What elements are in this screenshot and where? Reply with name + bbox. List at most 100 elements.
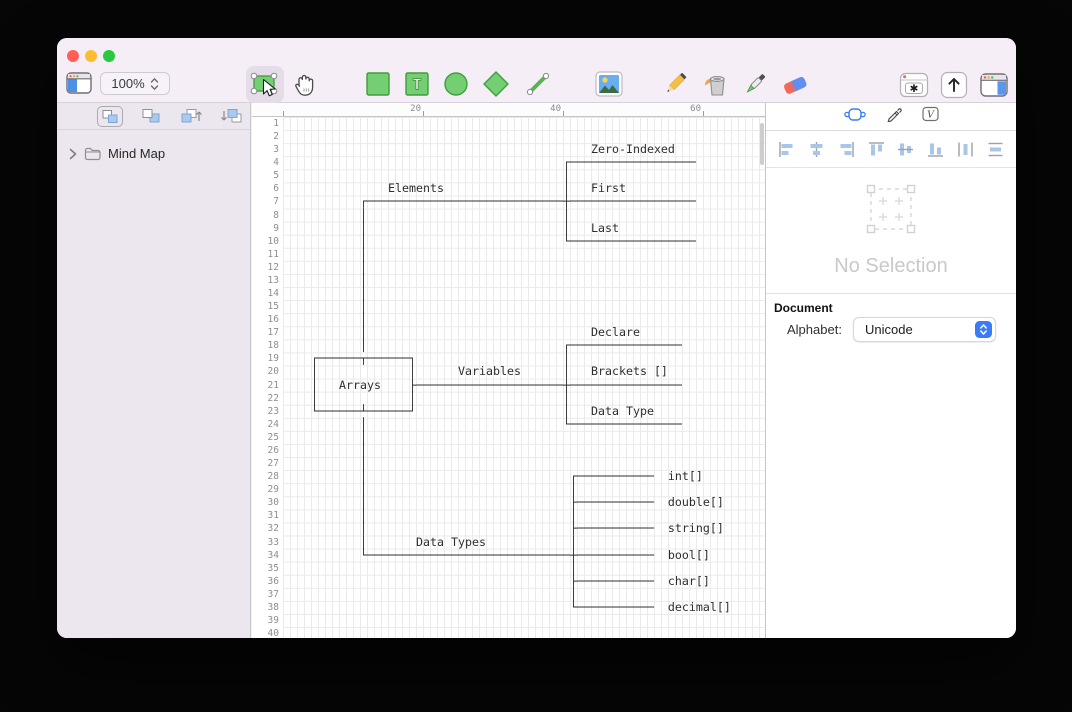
character-picker-button[interactable]: ✱ [899,71,929,99]
stepper-icon [150,77,158,90]
row-number: 4 [273,157,279,169]
line-icon [526,72,550,96]
ruler-tick-0 [283,111,284,116]
row-number: 35 [267,562,279,574]
row-number: 29 [267,484,279,496]
ruler: 20 40 60 [252,103,765,117]
disclosure-chevron-icon[interactable] [69,148,77,160]
eraser-tool-button[interactable] [779,71,811,97]
ellipse-icon [444,72,468,96]
ellipse-tool-button[interactable] [443,71,469,97]
row-number: 5 [273,170,279,182]
svg-text:T: T [412,76,421,94]
ruler-tick [423,111,424,116]
pan-tool-button[interactable] [290,70,320,100]
close-button[interactable] [67,50,79,62]
align-center-vertical-icon[interactable] [897,141,914,158]
bring-forward-button[interactable] [179,107,203,125]
row-number: 13 [267,274,279,286]
share-button[interactable] [940,71,968,99]
alignment-toolbar [766,131,1016,168]
diamond-icon [483,71,509,97]
toggle-right-sidebar-button[interactable] [979,71,1009,99]
align-left-icon[interactable] [778,141,795,158]
variables-icon: V [921,106,939,122]
row-number: 31 [267,510,279,522]
row-number: 40 [267,628,279,638]
layer-tree-item-mind-map[interactable]: Mind Map [69,146,250,161]
ruler-tick [703,111,704,116]
ruler-label: 60 [690,104,701,114]
layer-tree-label: Mind Map [108,146,166,161]
layers-sidebar: Mind Map [57,103,251,638]
row-number: 6 [273,183,279,195]
text-icon: T [405,72,429,96]
app-window: 100% T ✱ Mind Map 20 40 60 1 2 3 4 5 6 7… [57,38,1016,638]
distribute-horizontal-icon[interactable] [957,141,974,158]
group-objects-button[interactable] [97,105,123,127]
rectangle-tool-button[interactable] [365,71,391,97]
zoom-value: 100% [111,76,145,91]
desktop-background: 100% T ✱ Mind Map 20 40 60 1 2 3 4 5 6 7… [0,0,1072,712]
row-number: 18 [267,340,279,352]
selection-tool-button[interactable] [246,66,284,103]
image-tool-button[interactable] [594,70,624,98]
no-selection-icon [862,180,920,243]
row-number: 14 [267,288,279,300]
line-tool-button[interactable] [523,70,553,98]
row-number: 19 [267,353,279,365]
eyedropper-icon [746,74,766,93]
eyedropper-tool-button[interactable] [741,70,769,98]
tab-shape-inspector[interactable] [843,107,866,127]
fill-tool-button[interactable] [699,71,731,98]
send-backward-icon [221,109,242,123]
rectangle-icon [366,72,390,96]
share-up-arrow-icon [940,71,968,99]
minimize-button[interactable] [85,50,97,62]
distribute-vertical-icon[interactable] [987,141,1004,158]
bring-forward-icon [181,109,202,123]
inspector-tabs: V [766,103,1016,131]
pencil-tool-button[interactable] [661,70,689,98]
ascii-art: Zero-Indexed ┌────────────────── │ Eleme… [310,142,731,614]
row-number: 33 [267,536,279,548]
zoom-window-button[interactable] [103,50,115,62]
overlap-objects-button[interactable] [140,107,162,125]
svg-text:✱: ✱ [910,83,919,95]
tab-style-inspector[interactable] [886,106,902,127]
align-center-horizontal-icon[interactable] [808,141,825,158]
row-numbers: 1 2 3 4 5 6 7 8 9 10 11 12 13 14 15 16 17 18 19 20 21 22 23 24 2… [252,117,283,638]
alphabet-value: Unicode [865,322,913,337]
overlap-objects-icon [142,109,160,123]
ruler-tick [563,111,564,116]
zoom-control[interactable]: 100% [100,72,170,95]
row-number: 23 [267,405,279,417]
row-number: 28 [267,471,279,483]
alphabet-select[interactable]: Unicode [853,317,996,342]
align-right-icon[interactable] [838,141,855,158]
row-number: 32 [267,523,279,535]
row-number: 22 [267,392,279,404]
paint-bucket-icon [705,75,725,96]
align-top-icon[interactable] [868,141,885,158]
canvas-scrollbar[interactable] [760,123,764,165]
align-bottom-icon[interactable] [927,141,944,158]
row-number: 15 [267,301,279,313]
toggle-left-sidebar-button[interactable] [66,71,92,95]
text-tool-button[interactable]: T [404,71,430,97]
svg-text:V: V [927,110,935,121]
alphabet-label: Alphabet: [787,322,842,337]
diamond-tool-button[interactable] [481,69,511,99]
tab-variables-inspector[interactable]: V [921,106,939,127]
row-number: 3 [273,144,279,156]
row-number: 37 [267,588,279,600]
right-sidebar-icon [980,73,1008,97]
row-number: 10 [267,235,279,247]
row-number: 38 [267,601,279,613]
row-number: 25 [267,431,279,443]
send-backward-button[interactable] [220,107,244,125]
canvas[interactable]: Zero-Indexed ┌────────────────── │ Eleme… [283,117,765,638]
image-icon [595,71,623,97]
row-number: 36 [267,575,279,587]
document-section-title: Document [774,301,833,315]
